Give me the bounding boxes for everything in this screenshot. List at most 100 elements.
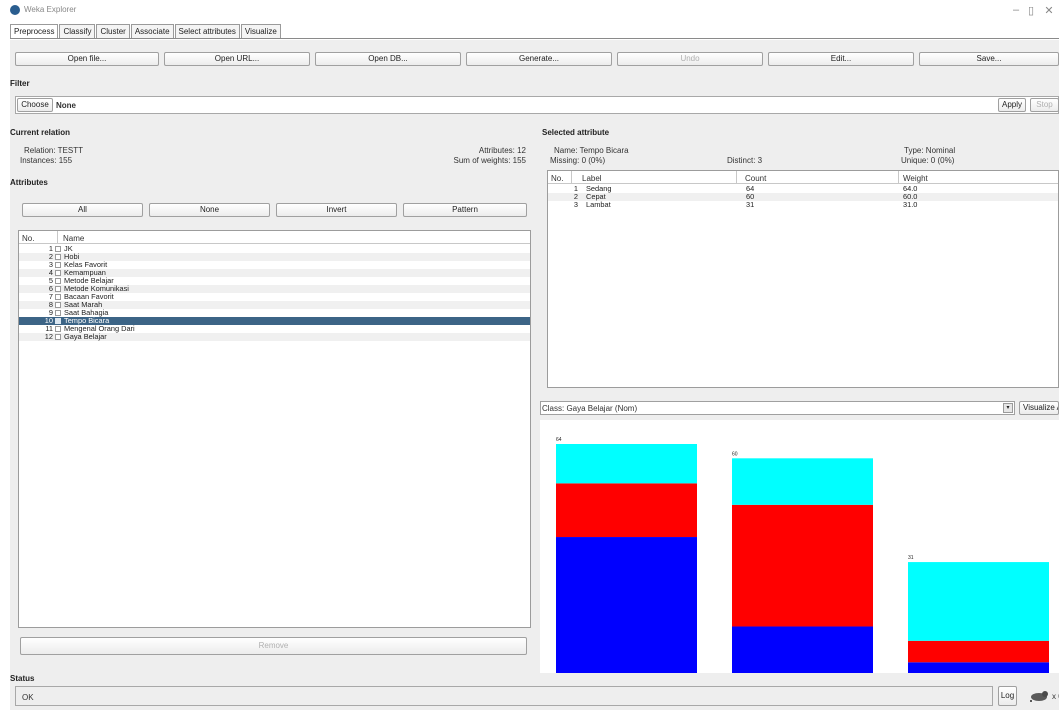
attribute-checkbox[interactable] xyxy=(55,318,61,324)
attribute-number: 5 xyxy=(48,276,53,285)
attributes-table: No. Name 1 JK 2 Hobi 3 Kelas Favorit 4 Kemampua… xyxy=(18,230,531,628)
tab-classify[interactable]: Classify xyxy=(59,24,96,39)
title-bar xyxy=(0,0,1059,22)
tab-select-attributes[interactable]: Select attributes xyxy=(174,24,240,39)
header-divider xyxy=(57,231,58,244)
attributes-table-header: No. Name xyxy=(19,231,530,244)
status-text: OK xyxy=(22,693,34,702)
selected-attr-missing: Missing: 0 (0%) xyxy=(550,156,606,165)
header-weight[interactable]: Weight xyxy=(903,174,928,183)
invert-selection-button[interactable]: Invert xyxy=(276,203,397,217)
attribute-checkbox[interactable] xyxy=(55,326,61,332)
weka-bird-icon[interactable] xyxy=(1028,690,1050,702)
attributes-count: Attributes: 12 xyxy=(478,146,526,155)
label-weight: 31.0 xyxy=(903,200,918,209)
attribute-row[interactable]: 1 JK xyxy=(19,245,530,253)
label-stats-row[interactable]: 3 Lambat 31 31.0 xyxy=(548,201,1058,209)
bar-segment-sedang-2 xyxy=(556,444,697,484)
remove-button[interactable]: Remove xyxy=(20,637,527,655)
open-file-button[interactable]: Open file... xyxy=(15,52,159,66)
header-name[interactable]: Name xyxy=(63,234,84,243)
bar-segment-cepat-2 xyxy=(732,458,873,505)
label-name: Lambat xyxy=(586,200,611,209)
attribute-checkbox[interactable] xyxy=(55,286,61,292)
select-none-button[interactable]: None xyxy=(149,203,270,217)
attribute-checkbox[interactable] xyxy=(55,246,61,252)
open-url-button[interactable]: Open URL... xyxy=(164,52,310,66)
attribute-row[interactable]: 12 Gaya Belajar xyxy=(19,333,530,341)
header-no[interactable]: No. xyxy=(22,234,34,243)
tab-preprocess[interactable]: Preprocess xyxy=(10,24,59,39)
header-label[interactable]: Label xyxy=(582,174,602,183)
filter-value[interactable]: None xyxy=(56,101,76,110)
log-button[interactable]: Log xyxy=(998,686,1017,706)
header-divider xyxy=(736,171,737,184)
status-bar xyxy=(15,686,993,706)
generate-button[interactable]: Generate... xyxy=(466,52,612,66)
window-title: Weka Explorer xyxy=(24,5,77,14)
bar-segment-sedang-1 xyxy=(556,483,697,538)
select-all-button[interactable]: All xyxy=(22,203,143,217)
attribute-checkbox[interactable] xyxy=(55,278,61,284)
header-divider xyxy=(571,171,572,184)
selected-attr-distinct: Distinct: 3 xyxy=(727,156,763,165)
sum-of-weights: Sum of weights: 155 xyxy=(453,156,526,165)
header-no[interactable]: No. xyxy=(551,174,563,183)
bar-data-label: 60 xyxy=(732,451,738,457)
attribute-number: 3 xyxy=(48,260,53,269)
attribute-checkbox[interactable] xyxy=(55,334,61,340)
bar-segment-cepat-0 xyxy=(732,626,873,673)
pattern-button[interactable]: Pattern xyxy=(403,203,527,217)
attribute-checkbox[interactable] xyxy=(55,270,61,276)
close-button[interactable]: ✕ xyxy=(1042,4,1056,17)
relation-name: Relation: TESTT xyxy=(24,146,83,155)
apply-filter-button[interactable]: Apply xyxy=(998,98,1026,112)
selected-attr-type: Type: Nominal xyxy=(904,146,956,155)
visualize-all-button[interactable]: Visualize All xyxy=(1019,401,1059,415)
bar-segment-sedang-0 xyxy=(556,537,697,673)
selected-attr-unique: Unique: 0 (0%) xyxy=(901,156,955,165)
label-stats-row[interactable]: 1 Sedang 64 64.0 xyxy=(548,185,1058,193)
edit-button[interactable]: Edit... xyxy=(768,52,914,66)
bar-segment-lambat-2 xyxy=(908,562,1049,641)
attribute-checkbox[interactable] xyxy=(55,254,61,260)
task-count: x 0 xyxy=(1052,692,1059,701)
label-stats-row[interactable]: 2 Cepat 60 60.0 xyxy=(548,193,1058,201)
attribute-checkbox[interactable] xyxy=(55,294,61,300)
attribute-checkbox[interactable] xyxy=(55,302,61,308)
chevron-down-icon[interactable]: ▾ xyxy=(1003,403,1013,413)
attribute-checkbox[interactable] xyxy=(55,262,61,268)
attribute-number: 2 xyxy=(48,252,53,261)
label-count: 31 xyxy=(746,200,755,209)
class-distribution-chart: 64 60 31 xyxy=(540,420,1059,673)
current-relation-title: Current relation xyxy=(10,128,71,137)
header-count[interactable]: Count xyxy=(745,174,766,183)
bar-segment-lambat-0 xyxy=(908,662,1049,673)
attribute-number: 6 xyxy=(48,284,53,293)
label-stats-header: No. Label Count Weight xyxy=(548,171,1058,184)
label-stats-table: No. Label Count Weight 1 Sedang 64 64.0 2 Cep… xyxy=(547,170,1059,388)
choose-filter-button[interactable]: Choose xyxy=(17,98,53,112)
undo-button[interactable]: Undo xyxy=(617,52,763,66)
class-selector[interactable]: Class: Gaya Belajar (Nom) ▾ xyxy=(540,401,1015,415)
selected-attribute-title: Selected attribute xyxy=(542,128,610,137)
save-button[interactable]: Save... xyxy=(919,52,1059,66)
stop-filter-button[interactable]: Stop xyxy=(1030,98,1059,112)
filter-field xyxy=(15,96,1059,114)
maximize-button[interactable]: ▯ xyxy=(1024,4,1038,17)
weka-app-icon xyxy=(10,5,20,15)
open-db-button[interactable]: Open DB... xyxy=(315,52,461,66)
tab-divider xyxy=(10,38,1059,39)
bar-segment-cepat-1 xyxy=(732,504,873,627)
selected-attr-name: Name: Tempo Bicara xyxy=(554,146,629,155)
attributes-section-title: Attributes xyxy=(10,178,48,187)
tab-cluster[interactable]: Cluster xyxy=(96,24,130,39)
minimize-button[interactable]: – xyxy=(1009,4,1023,16)
attribute-checkbox[interactable] xyxy=(55,310,61,316)
instances-count: Instances: 155 xyxy=(20,156,73,165)
attribute-number: 12 xyxy=(44,332,53,341)
attribute-number: 1 xyxy=(48,244,53,253)
tab-associate[interactable]: Associate xyxy=(130,24,174,39)
attribute-number: 7 xyxy=(48,292,53,301)
tab-visualize[interactable]: Visualize xyxy=(240,24,281,39)
